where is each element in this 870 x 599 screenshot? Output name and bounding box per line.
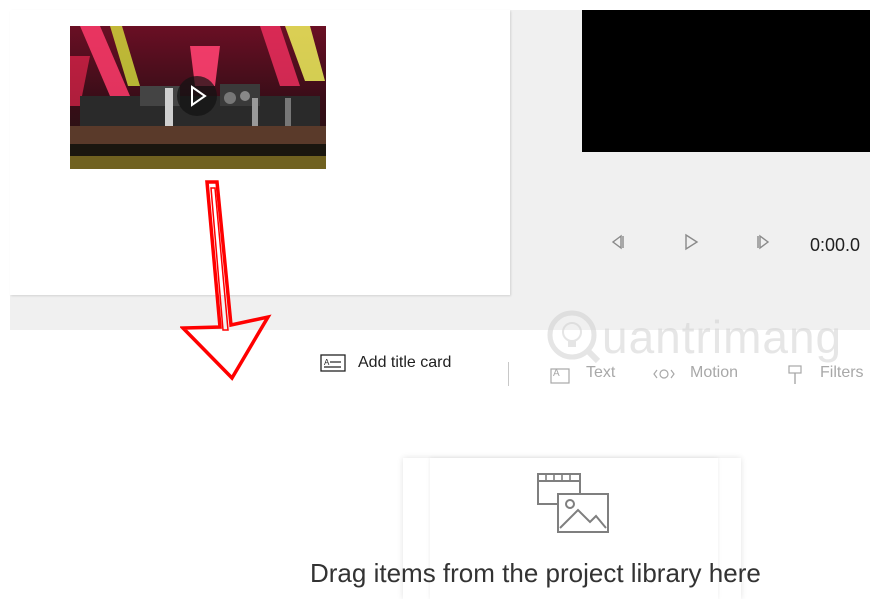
- toolbar-separator: [508, 362, 509, 386]
- motion-icon: [653, 369, 675, 379]
- text-icon: A: [550, 368, 570, 384]
- play-overlay-button[interactable]: [177, 76, 217, 116]
- text-button[interactable]: A Text: [550, 362, 630, 386]
- playback-time: 0:00.0: [810, 235, 861, 255]
- filters-label: Filters: [820, 364, 864, 381]
- previous-frame-button[interactable]: [608, 231, 630, 253]
- add-title-card-button[interactable]: A Add title card: [320, 352, 480, 376]
- play-icon: [191, 85, 207, 107]
- next-frame-icon: [757, 234, 770, 250]
- motion-button[interactable]: Motion: [652, 362, 762, 386]
- svg-text:A: A: [324, 358, 330, 367]
- add-title-card-label: Add title card: [358, 354, 452, 371]
- player-controls: 0:00.0: [582, 225, 870, 265]
- filters-button[interactable]: Filters: [786, 362, 870, 386]
- video-thumbnail[interactable]: [70, 26, 326, 169]
- storyboard-drop-message: Drag items from the project library here: [310, 558, 761, 588]
- video-preview: [582, 10, 870, 152]
- svg-text:A: A: [553, 368, 560, 379]
- play-icon: [685, 233, 699, 251]
- previous-frame-icon: [611, 234, 624, 250]
- play-button[interactable]: [680, 231, 702, 253]
- next-frame-button[interactable]: [752, 231, 774, 253]
- motion-label: Motion: [690, 364, 739, 381]
- title-card-icon: A: [320, 354, 346, 372]
- text-label: Text: [586, 364, 616, 381]
- filters-icon: [788, 365, 802, 384]
- red-arrow-annotation: [180, 180, 272, 381]
- media-placeholder-icon: [536, 472, 612, 541]
